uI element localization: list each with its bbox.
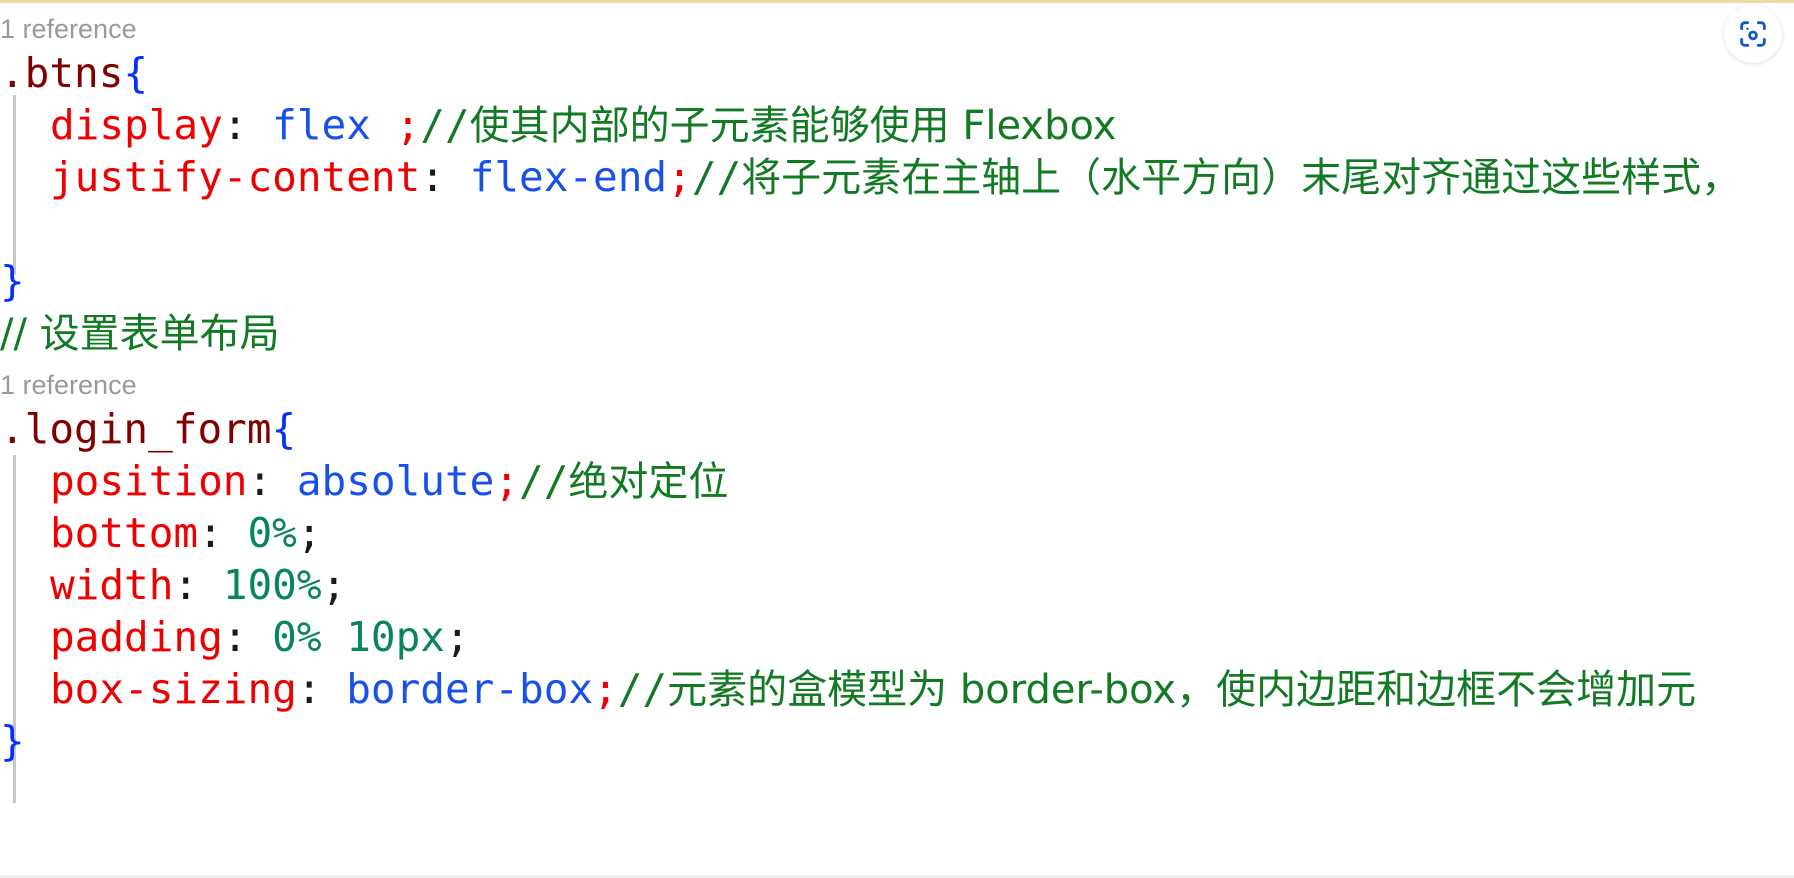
value-bottom: 0% (247, 509, 297, 557)
codelens-btns-reference[interactable]: 1 reference (0, 9, 137, 49)
section-comment-text: // 设置表单布局 (0, 311, 280, 357)
semicolon-justify-content: ; (667, 153, 692, 201)
colon-justify-content: : (420, 153, 470, 201)
open-brace-btns: { (123, 49, 149, 97)
colon-box-sizing: : (296, 665, 347, 713)
colon-display: : (222, 101, 273, 149)
property-width: width (50, 561, 174, 609)
scan-camera-icon (1736, 17, 1770, 51)
code-editor-viewport: 1 reference .btns{ display: flex ;//使其内部… (0, 0, 1794, 878)
code-surface[interactable]: 1 reference .btns{ display: flex ;//使其内部… (0, 3, 1794, 875)
value-justify-content: flex-end (469, 153, 668, 201)
colon-width: : (173, 561, 223, 609)
code-line-bottom: bottom: 0%; (0, 507, 1794, 559)
semicolon-box-sizing: ; (593, 665, 618, 713)
comment-slashes-box-sizing: // (617, 665, 668, 713)
value-width: 100% (222, 561, 322, 609)
comment-slashes-justify-content: // (691, 153, 742, 201)
property-box-sizing: box-sizing (50, 665, 297, 713)
code-line-login-form-selector: .login_form{ (0, 403, 1794, 455)
comment-text-box-sizing: 元素的盒模型为 border-box，使内边距和边框不会增加元 (667, 667, 1697, 713)
code-line-section-comment: // 设置表单布局 (0, 307, 1794, 359)
code-line-justify-content: justify-content: flex-end;//将子元素在主轴上（水平方… (0, 151, 1794, 203)
codelens-login-form-reference[interactable]: 1 reference (0, 365, 137, 405)
property-bottom: bottom (50, 509, 199, 557)
colon-padding: : (222, 613, 273, 661)
colon-position: : (247, 457, 297, 505)
code-line-display: display: flex ;//使其内部的子元素能够使用 Flexbox (0, 99, 1794, 151)
property-position: position (50, 457, 248, 505)
code-line-box-sizing: box-sizing: border-box;//元素的盒模型为 border-… (0, 663, 1794, 715)
semicolon-position: ; (494, 457, 520, 505)
property-display: display (50, 101, 223, 149)
code-line-width: width: 100%; (0, 559, 1794, 611)
close-brace-login-form: } (0, 717, 25, 765)
semicolon-padding: ; (444, 613, 470, 661)
selector-btns: .btns (0, 49, 124, 97)
property-justify-content: justify-content (50, 153, 421, 201)
value-display: flex (272, 101, 396, 149)
semicolon-bottom: ; (296, 509, 322, 557)
code-line-btns-close: } (0, 255, 1794, 307)
code-line-padding: padding: 0% 10px; (0, 611, 1794, 663)
selector-login-form: .login_form (0, 405, 272, 453)
comment-slashes-display: // (420, 101, 470, 149)
open-brace-login-form: { (271, 405, 297, 453)
semicolon-display: ; (395, 101, 421, 149)
comment-text-justify-content: 将子元素在主轴上（水平方向）末尾对齐通过这些样式， (741, 155, 1742, 201)
semicolon-width: ; (321, 561, 347, 609)
comment-text-display: 使其内部的子元素能够使用 Flexbox (469, 103, 1117, 149)
scan-capture-button[interactable] (1724, 5, 1782, 63)
close-brace-btns: } (0, 257, 25, 305)
value-padding: 0% 10px (272, 613, 445, 661)
code-line-login-form-close: } (0, 715, 1794, 767)
value-box-sizing: border-box (346, 665, 594, 713)
code-line-position: position: absolute;//绝对定位 (0, 455, 1794, 507)
value-position: absolute (296, 457, 495, 505)
colon-bottom: : (198, 509, 248, 557)
code-line-btns-selector: .btns{ (0, 47, 1794, 99)
comment-slashes-position: // (519, 457, 569, 505)
property-padding: padding (50, 613, 223, 661)
comment-text-position: 绝对定位 (568, 459, 729, 505)
